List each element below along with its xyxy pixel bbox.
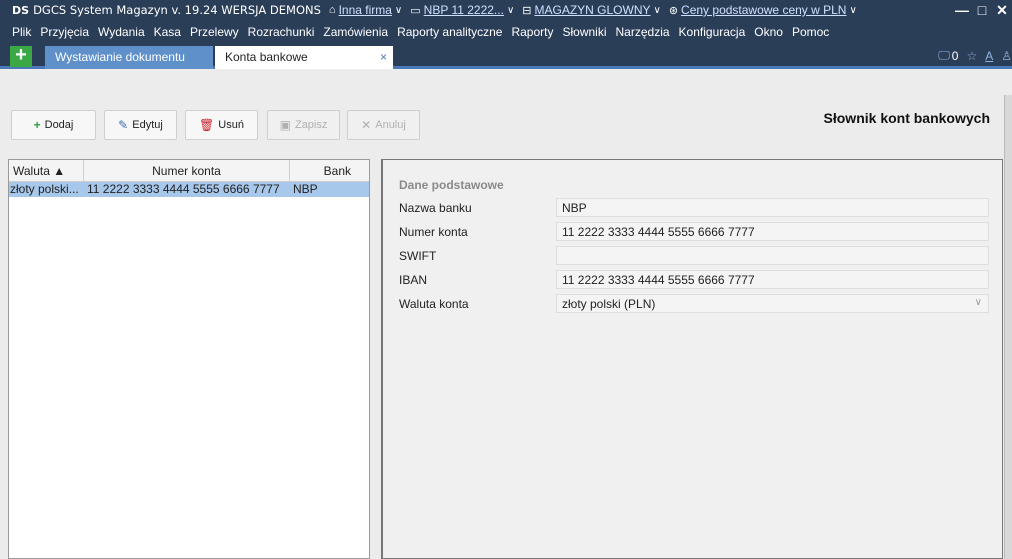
save-button[interactable]: ▣ Zapisz xyxy=(267,110,340,140)
menu-kasa[interactable]: Kasa xyxy=(154,25,181,39)
notifications-count: 0 xyxy=(951,48,959,63)
maximize-button[interactable]: □ xyxy=(972,2,992,18)
menu-raporty[interactable]: Raporty xyxy=(511,25,553,39)
form-row-swift: SWIFT xyxy=(399,246,989,265)
currency-select-value: złoty polski (PLN) xyxy=(562,297,656,311)
field-label: Numer konta xyxy=(399,225,468,239)
close-window-button[interactable]: ✕ xyxy=(992,2,1012,19)
tab-wystawianie-dokumentu[interactable]: Wystawianie dokumentu xyxy=(45,46,213,69)
cell-bank: NBP xyxy=(293,182,318,196)
add-button[interactable]: + Dodaj xyxy=(11,110,96,140)
accounts-list: Waluta ▲ Numer konta Bank złoty polski..… xyxy=(8,159,370,559)
field-label: Waluta konta xyxy=(399,297,469,311)
firm-link[interactable]: Inna firma xyxy=(339,3,392,17)
menu-narzedzia[interactable]: Narzędzia xyxy=(616,25,670,39)
column-header-waluta[interactable]: Waluta ▲ xyxy=(9,160,84,181)
field-label: IBAN xyxy=(399,273,428,287)
user-icon[interactable]: ♙ xyxy=(1001,49,1012,63)
account-chevron-down-icon[interactable]: ∨ xyxy=(507,5,514,16)
column-header-bank[interactable]: Bank xyxy=(290,160,361,181)
account-icon: ▭ xyxy=(410,4,421,17)
tabs-bar: + Wystawianie dokumentu Konta bankowe × … xyxy=(0,43,1012,69)
cancel-icon: ✕ xyxy=(361,118,372,132)
toolbar: + Dodaj ✎ Edytuj 🗑 Usuń ▣ Zapisz ✕ Anulu… xyxy=(0,72,1012,150)
menu-pomoc[interactable]: Pomoc xyxy=(792,25,829,39)
list-header: Waluta ▲ Numer konta Bank xyxy=(9,160,369,182)
save-button-label: Zapisz xyxy=(294,119,328,131)
bank-name-field[interactable]: NBP xyxy=(556,198,989,217)
menu-wydania[interactable]: Wydania xyxy=(98,25,145,39)
tab-label: Wystawianie dokumentu xyxy=(55,50,185,64)
close-tab-icon[interactable]: × xyxy=(380,50,387,64)
tabs-right-tools: 🖵 0 ☆ A ♙ xyxy=(930,48,1012,63)
menu-zamowienia[interactable]: Zamówienia xyxy=(323,25,388,39)
delete-button-label: Usuń xyxy=(218,119,244,131)
cancel-button[interactable]: ✕ Anuluj xyxy=(347,110,420,140)
notifications-icon[interactable]: 🖵 xyxy=(938,48,950,63)
menu-raporty-analityczne[interactable]: Raporty analityczne xyxy=(397,25,502,39)
add-button-label: Dodaj xyxy=(44,119,74,131)
firm-chevron-down-icon[interactable]: ∨ xyxy=(395,5,402,16)
firm-icon: ⌂ xyxy=(328,4,336,16)
cell-numer-konta: 11 2222 3333 4444 5555 6666 7777 xyxy=(87,182,280,196)
iban-field[interactable]: 11 2222 3333 4444 5555 6666 7777 xyxy=(556,270,989,289)
trash-icon: 🗑 xyxy=(199,118,215,132)
menu-przyjecia[interactable]: Przyjęcia xyxy=(40,25,89,39)
swift-field[interactable] xyxy=(556,246,989,265)
form-row-nazwa-banku: Nazwa banku NBP xyxy=(399,198,989,217)
chevron-down-icon[interactable]: ∨ xyxy=(975,297,982,308)
new-tab-button[interactable]: + xyxy=(10,45,32,67)
account-link[interactable]: NBP 11 2222... xyxy=(424,3,504,17)
currency-select[interactable]: złoty polski (PLN) ∨ xyxy=(556,294,989,313)
minimize-button[interactable]: — xyxy=(952,2,972,18)
form-row-iban: IBAN 11 2222 3333 4444 5555 6666 7777 xyxy=(399,270,989,289)
field-label: SWIFT xyxy=(399,249,437,263)
warehouse-icon: ⊟ xyxy=(522,4,532,17)
plus-icon: + xyxy=(33,118,41,132)
field-label: Nazwa banku xyxy=(399,201,472,215)
menu-bar: Plik Przyjęcia Wydania Kasa Przelewy Roz… xyxy=(0,20,1012,43)
cancel-button-label: Anuluj xyxy=(375,119,406,131)
table-row[interactable]: złoty polski... 11 2222 3333 4444 5555 6… xyxy=(9,182,369,197)
form-row-numer-konta: Numer konta 11 2222 3333 4444 5555 6666 … xyxy=(399,222,989,241)
edit-icon: ✎ xyxy=(118,118,129,132)
font-size-icon[interactable]: A xyxy=(985,49,993,63)
price-icon: ⊛ xyxy=(668,4,679,17)
edit-button[interactable]: ✎ Edytuj xyxy=(104,110,177,140)
details-form: Dane podstawowe Nazwa banku NBP Numer ko… xyxy=(381,159,1003,559)
app-logo: DS xyxy=(12,3,30,17)
app-title: DGCS System Magazyn v. 19.24 WERSJA DEMO… xyxy=(33,3,321,17)
form-row-waluta-konta: Waluta konta złoty polski (PLN) ∨ xyxy=(399,294,989,313)
menu-plik[interactable]: Plik xyxy=(12,25,31,39)
warehouse-chevron-down-icon[interactable]: ∨ xyxy=(654,5,661,16)
menu-okno[interactable]: Okno xyxy=(754,25,783,39)
tab-label: Konta bankowe xyxy=(225,50,308,64)
warehouse-link[interactable]: MAGAZYN GLOWNY xyxy=(534,3,650,17)
price-chevron-down-icon[interactable]: ∨ xyxy=(849,5,856,16)
scrollbar[interactable] xyxy=(1004,95,1012,559)
price-link[interactable]: Ceny podstawowe ceny w PLN xyxy=(681,3,846,17)
section-title: Dane podstawowe xyxy=(399,178,504,192)
menu-rozrachunki[interactable]: Rozrachunki xyxy=(248,25,315,39)
account-number-field[interactable]: 11 2222 3333 4444 5555 6666 7777 xyxy=(556,222,989,241)
title-bar: DS DGCS System Magazyn v. 19.24 WERSJA D… xyxy=(0,0,1012,20)
window-controls: — □ ✕ xyxy=(952,0,1012,20)
cell-waluta: złoty polski... xyxy=(10,182,79,196)
edit-button-label: Edytuj xyxy=(132,119,163,131)
menu-konfiguracja[interactable]: Konfiguracja xyxy=(679,25,746,39)
tab-konta-bankowe[interactable]: Konta bankowe × xyxy=(215,46,393,69)
column-header-numer-konta[interactable]: Numer konta xyxy=(84,160,290,181)
page-title: Słownik kont bankowych xyxy=(823,110,990,126)
floppy-icon: ▣ xyxy=(279,118,291,132)
menu-przelewy[interactable]: Przelewy xyxy=(190,25,239,39)
delete-button[interactable]: 🗑 Usuń xyxy=(185,110,258,140)
menu-slowniki[interactable]: Słowniki xyxy=(563,25,607,39)
favorite-star-icon[interactable]: ☆ xyxy=(966,49,977,63)
